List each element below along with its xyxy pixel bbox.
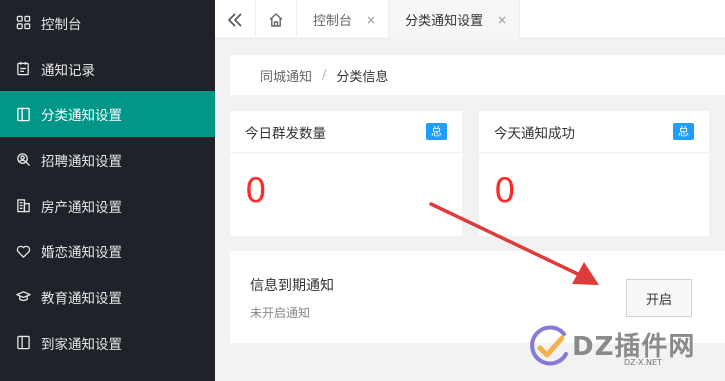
sidebar: 控制台 通知记录 分类通知设置 招聘通知设置 房产通知设置 婚恋通知设置 教育通… bbox=[0, 0, 215, 381]
dashboard-icon bbox=[15, 15, 31, 31]
home-button[interactable] bbox=[256, 0, 297, 39]
stat-value: 0 bbox=[494, 171, 516, 211]
notice-title: 信息到期通知 bbox=[250, 278, 334, 294]
sidebar-item-label: 控制台 bbox=[41, 16, 82, 33]
tab-dashboard[interactable]: 控制台 × bbox=[297, 0, 390, 39]
stat-card-today-success: 今天通知成功 总 0 bbox=[479, 111, 709, 236]
sidebar-item-label: 到家通知设置 bbox=[41, 336, 122, 353]
stat-value: 0 bbox=[245, 171, 267, 211]
heart-icon bbox=[15, 243, 31, 259]
watermark-logo: DZ插件网 DZ-X.NET bbox=[526, 318, 725, 381]
sidebar-item-category-settings[interactable]: 分类通知设置 bbox=[0, 91, 215, 138]
breadcrumb-parent[interactable]: 同城通知 bbox=[260, 66, 312, 85]
tab-label: 分类通知设置 bbox=[405, 14, 484, 29]
graduation-cap-icon bbox=[15, 289, 31, 305]
watermark-url: DZ-X.NET bbox=[624, 358, 662, 367]
enable-notice-button[interactable]: 开启 bbox=[626, 279, 692, 317]
home-icon bbox=[269, 12, 283, 27]
sidebar-item-label: 招聘通知设置 bbox=[41, 153, 122, 170]
building-icon bbox=[15, 198, 31, 214]
sidebar-item-records[interactable]: 通知记录 bbox=[0, 46, 215, 92]
home-service-icon bbox=[15, 335, 31, 351]
recruit-icon bbox=[15, 152, 31, 168]
collapse-sidebar-button[interactable] bbox=[215, 0, 256, 39]
breadcrumb-separator: / bbox=[322, 67, 327, 83]
breadcrumb-current: 分类信息 bbox=[336, 69, 389, 85]
sidebar-item-recruit-settings[interactable]: 招聘通知设置 bbox=[0, 137, 215, 183]
tab-category-settings[interactable]: 分类通知设置 × bbox=[389, 0, 521, 39]
record-icon bbox=[15, 61, 31, 77]
stat-title: 今日群发数量 bbox=[245, 125, 326, 142]
breadcrumb: 同城通知 / 分类信息 bbox=[230, 55, 725, 95]
stat-title: 今天通知成功 bbox=[494, 125, 575, 142]
sidebar-item-dashboard[interactable]: 控制台 bbox=[0, 0, 215, 46]
top-tab-bar: 控制台 × 分类通知设置 × bbox=[215, 0, 725, 39]
close-icon[interactable]: × bbox=[497, 13, 507, 27]
double-chevron-left-icon bbox=[227, 12, 242, 27]
dz-logo-icon bbox=[530, 325, 568, 366]
notice-status: 未开启通知 bbox=[250, 306, 311, 320]
sidebar-item-home-service-settings[interactable]: 到家通知设置 bbox=[0, 320, 215, 366]
sidebar-item-label: 房产通知设置 bbox=[41, 199, 122, 216]
sidebar-item-education-settings[interactable]: 教育通知设置 bbox=[0, 274, 215, 320]
sidebar-item-label: 通知记录 bbox=[41, 62, 95, 79]
close-icon[interactable]: × bbox=[366, 13, 376, 27]
category-icon bbox=[15, 106, 31, 122]
tab-label: 控制台 bbox=[313, 14, 353, 29]
stat-card-today-sent: 今日群发数量 总 0 bbox=[230, 111, 462, 236]
status-badge: 总 bbox=[673, 123, 694, 140]
sidebar-item-label: 分类通知设置 bbox=[41, 108, 122, 125]
sidebar-item-marriage-settings[interactable]: 婚恋通知设置 bbox=[0, 228, 215, 274]
sidebar-item-label: 教育通知设置 bbox=[41, 290, 122, 307]
status-badge: 总 bbox=[426, 123, 447, 140]
sidebar-item-label: 婚恋通知设置 bbox=[41, 245, 122, 262]
sidebar-item-property-settings[interactable]: 房产通知设置 bbox=[0, 183, 215, 229]
